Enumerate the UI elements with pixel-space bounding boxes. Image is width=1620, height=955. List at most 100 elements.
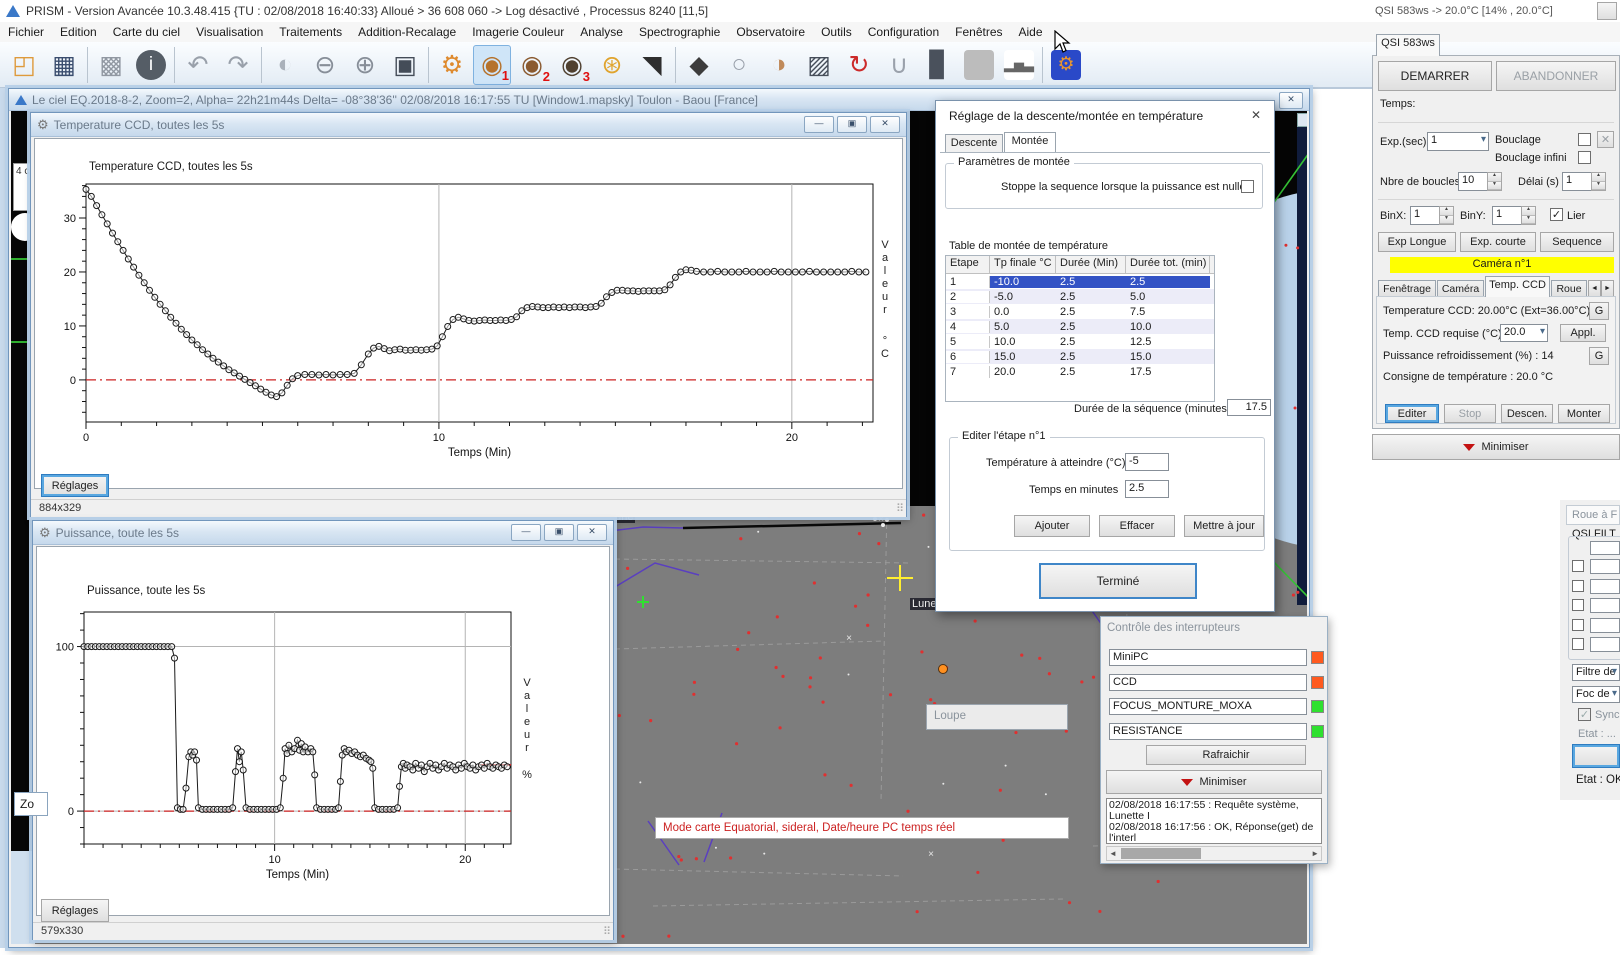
redo-icon[interactable]: ↷: [219, 45, 257, 85]
menu-item-spectrographie[interactable]: Spectrographie: [631, 23, 728, 41]
bouclage-checkbox[interactable]: [1578, 133, 1591, 146]
preview-icon[interactable]: ▣: [386, 45, 424, 85]
tabs-scroll-right-button[interactable]: ►: [1601, 280, 1614, 297]
table-row[interactable]: 30.02.57.5: [946, 304, 1214, 319]
tab-roue[interactable]: Roue: [1551, 280, 1587, 297]
filter-slot-checkbox[interactable]: [1572, 599, 1584, 611]
tab-fenetrage[interactable]: Fenêtrage: [1378, 280, 1436, 297]
tabs-scroll-left-button[interactable]: ◄: [1588, 280, 1601, 297]
scroll-left-icon[interactable]: ◄: [1109, 849, 1117, 858]
power-settings-button[interactable]: Réglages: [41, 899, 109, 922]
gears-icon[interactable]: ⚙: [433, 45, 471, 85]
filter-slot-field[interactable]: [1590, 559, 1620, 574]
termine-button[interactable]: Terminé: [1039, 563, 1197, 599]
menu-item-imagerie-couleur[interactable]: Imagerie Couleur: [464, 23, 572, 41]
menu-item-fichier[interactable]: Fichier: [0, 23, 52, 41]
filter-name-field[interactable]: [1590, 541, 1620, 555]
filter-action-button[interactable]: [1572, 744, 1620, 768]
menu-item-analyse[interactable]: Analyse: [572, 23, 631, 41]
filter-slot-checkbox[interactable]: [1572, 580, 1584, 592]
undo-icon[interactable]: ↶: [179, 45, 217, 85]
demarrer-button[interactable]: DEMARRER: [1378, 61, 1492, 91]
menu-item-carte-du-ciel[interactable]: Carte du ciel: [105, 23, 188, 41]
tab-camera[interactable]: Caméra: [1437, 280, 1484, 297]
effacer-button[interactable]: Effacer: [1099, 515, 1175, 537]
delai-stepper[interactable]: 1▲▼: [1562, 172, 1606, 191]
tab-descente[interactable]: Descente: [945, 134, 1003, 152]
log-list[interactable]: 02/08/2018 16:17:55 : Requête système, L…: [1106, 798, 1322, 844]
close-icon[interactable]: ✕: [870, 116, 900, 133]
filter-slot-checkbox[interactable]: [1572, 619, 1584, 631]
cone-icon[interactable]: ◆: [680, 45, 718, 85]
open-image-icon[interactable]: ◰: [5, 45, 43, 85]
time-minutes-field[interactable]: 2.5: [1125, 480, 1169, 498]
switch-field-ccd[interactable]: CCD: [1109, 674, 1307, 691]
camera-1-icon[interactable]: ◉1: [473, 45, 511, 85]
menu-item-fen-tres[interactable]: Fenêtres: [947, 23, 1010, 41]
exp-courte-button[interactable]: Exp. courte: [1460, 232, 1536, 252]
biny-stepper[interactable]: 1▲▼: [1492, 206, 1536, 225]
menu-item-addition-recalage[interactable]: Addition-Recalage: [350, 23, 464, 41]
minimize-button[interactable]: —: [804, 116, 834, 133]
curve-icon[interactable]: ∪: [880, 45, 918, 85]
menu-item-configuration[interactable]: Configuration: [860, 23, 947, 41]
resize-grip[interactable]: ⠿: [603, 925, 611, 938]
filter-slot-field[interactable]: [1590, 579, 1620, 594]
table-row[interactable]: 510.02.512.5: [946, 334, 1214, 349]
table-row[interactable]: 45.02.510.0: [946, 319, 1214, 334]
filter-slot-checkbox[interactable]: [1572, 560, 1584, 572]
dialog-close-icon[interactable]: ✕: [1251, 108, 1261, 122]
info-icon[interactable]: i: [132, 45, 170, 85]
rotate-icon[interactable]: ↻: [840, 45, 878, 85]
graph-button-2[interactable]: G: [1589, 347, 1609, 365]
sphere-icon[interactable]: ○: [720, 45, 758, 85]
column-header[interactable]: Durée (Min): [1056, 256, 1126, 273]
exp-longue-button[interactable]: Exp Longue: [1378, 232, 1456, 252]
filter-slot-field[interactable]: [1590, 598, 1620, 613]
duration-field[interactable]: 17.5: [1227, 399, 1271, 416]
bouclage-infini-checkbox[interactable]: [1578, 151, 1591, 164]
edit-image-icon[interactable]: ▩: [92, 45, 130, 85]
monter-button[interactable]: Monter: [1558, 404, 1610, 423]
sequence-button[interactable]: Sequence: [1540, 232, 1614, 252]
menu-item-visualisation[interactable]: Visualisation: [188, 23, 271, 41]
table-row[interactable]: 1-10.02.52.5: [946, 274, 1214, 289]
close-icon[interactable]: ✕: [577, 524, 607, 541]
graph-button-1[interactable]: G: [1589, 302, 1609, 320]
menu-item-edition[interactable]: Edition: [52, 23, 105, 41]
stop-button[interactable]: Stop: [1444, 404, 1496, 423]
bouclage-cancel-button[interactable]: ✕: [1597, 131, 1614, 148]
sync-checkbox[interactable]: ✓: [1578, 708, 1591, 721]
temp-target-field[interactable]: -5: [1125, 453, 1169, 471]
wrench-icon[interactable]: ◑: [760, 45, 798, 85]
foc-select[interactable]: Foc de: [1572, 686, 1620, 703]
editer-button[interactable]: Editer: [1385, 404, 1439, 423]
resize-grip[interactable]: ⠿: [896, 502, 904, 515]
filtre-select[interactable]: Filtre de: [1572, 664, 1620, 681]
ajouter-button[interactable]: Ajouter: [1014, 515, 1090, 537]
switch-field-resistance[interactable]: RESISTANCE: [1109, 723, 1307, 740]
mosaic-icon[interactable]: ▨: [800, 45, 838, 85]
filter-wheel-icon[interactable]: ⊛: [593, 45, 631, 85]
minimize-button[interactable]: —: [511, 524, 541, 541]
maximize-button[interactable]: ▣: [837, 116, 867, 133]
zoom-in-icon[interactable]: ⊕: [346, 45, 384, 85]
column-header[interactable]: Tp finale °C: [990, 256, 1056, 273]
blank-icon[interactable]: [960, 45, 998, 85]
lier-checkbox[interactable]: ✓: [1550, 208, 1563, 221]
filter-slot-field[interactable]: [1590, 637, 1620, 652]
scroll-right-icon[interactable]: ►: [1311, 849, 1319, 858]
save-icon[interactable]: ▦: [45, 45, 83, 85]
tab-montee[interactable]: Montée: [1004, 132, 1056, 152]
switches-minimize-button[interactable]: Minimiser: [1106, 770, 1322, 794]
menu-item-observatoire[interactable]: Observatoire: [728, 23, 813, 41]
mettre-a-jour-button[interactable]: Mettre à jour: [1184, 515, 1264, 537]
menu-item-aide[interactable]: Aide: [1011, 23, 1051, 41]
column-header[interactable]: Durée tot. (min): [1126, 256, 1210, 273]
filter-slot-checkbox[interactable]: [1572, 638, 1584, 650]
menu-item-traitements[interactable]: Traitements: [271, 23, 350, 41]
stop-sequence-checkbox[interactable]: [1241, 180, 1254, 193]
exp-select[interactable]: 1: [1427, 132, 1489, 151]
temp-window-titlebar[interactable]: ⚙ Temperature CCD, toutes les 5s — ▣ ✕: [31, 113, 906, 137]
table-row[interactable]: 2-5.02.55.0: [946, 289, 1214, 304]
